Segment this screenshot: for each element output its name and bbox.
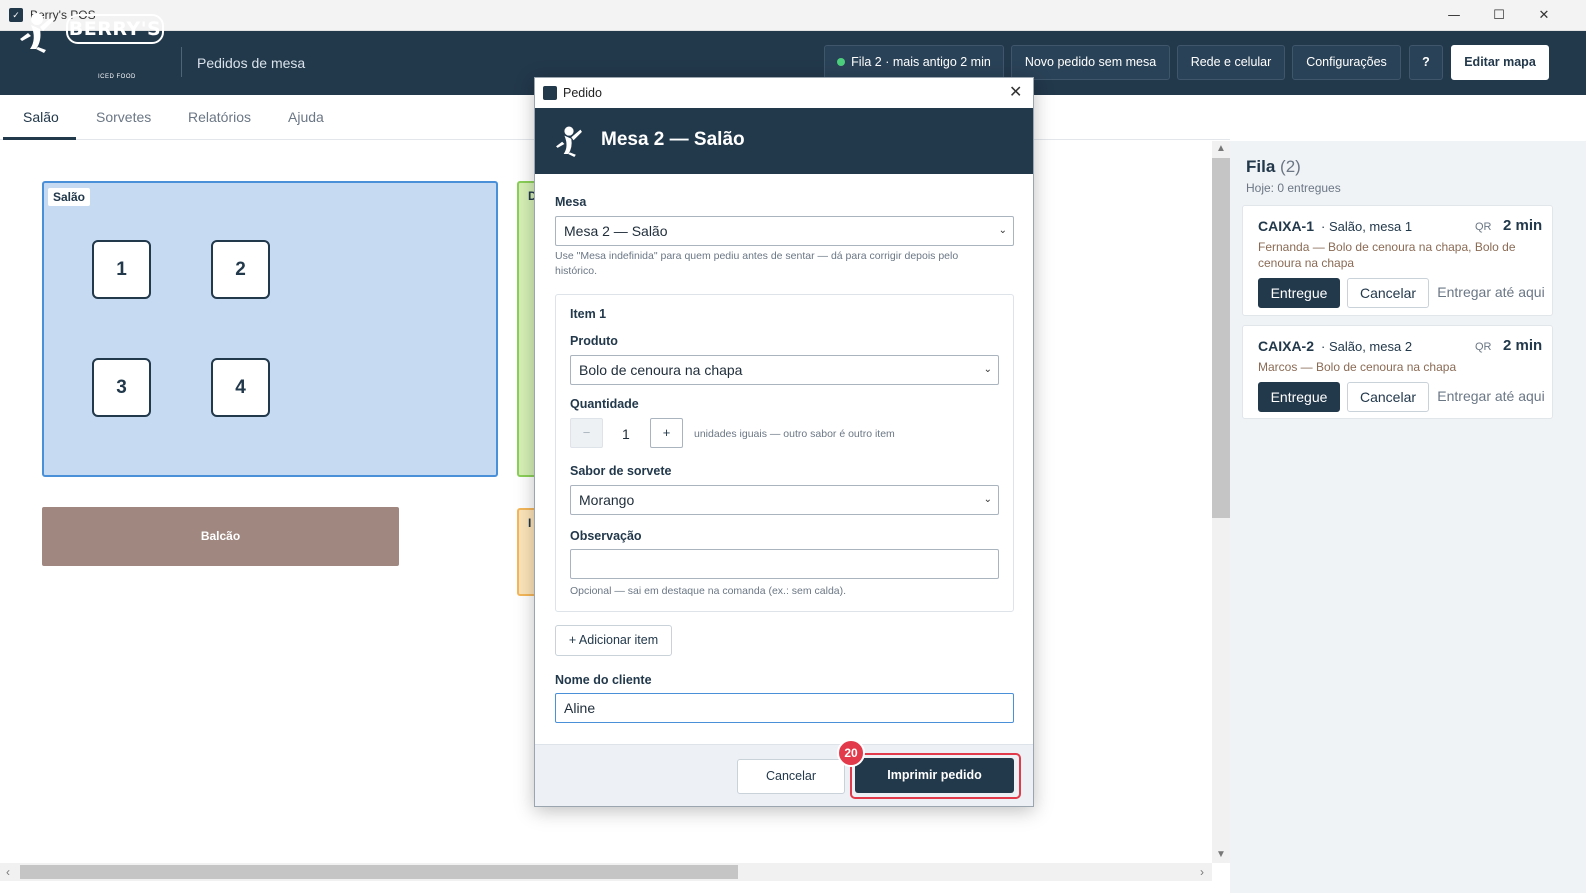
quantity-value: 1	[622, 426, 630, 442]
order-age: 2 min	[1503, 337, 1543, 354]
settings-button[interactable]: Configurações	[1292, 45, 1401, 80]
tab-relatorios[interactable]: Relatórios	[188, 109, 251, 125]
table-3[interactable]: 3	[92, 358, 151, 417]
vertical-scroll-thumb[interactable]	[1212, 158, 1230, 518]
queue-count: (2)	[1280, 157, 1301, 176]
queue-status-button[interactable]: Fila 2 · mais antigo 2 min	[824, 45, 1004, 80]
order-items: Marcos — Bolo de cenoura na chapa	[1258, 360, 1457, 374]
order-items: Fernanda — Bolo de cenoura na chapa, Bol…	[1258, 240, 1516, 270]
app-icon	[543, 86, 557, 100]
mesa-label: Mesa	[555, 195, 587, 209]
cliente-label: Nome do cliente	[555, 673, 652, 687]
sabor-label: Sabor de sorvete	[570, 464, 672, 478]
chevron-down-icon: ⌄	[983, 364, 992, 375]
maximize-button[interactable]: ☐	[1481, 5, 1517, 27]
order-location: · Salão, mesa 1	[1321, 219, 1413, 234]
berrys-mascot-icon	[20, 13, 54, 53]
network-button[interactable]: Rede e celular	[1177, 45, 1285, 80]
active-tab-indicator	[3, 137, 76, 140]
new-order-button[interactable]: Novo pedido sem mesa	[1011, 45, 1170, 80]
table-2[interactable]: 2	[211, 240, 270, 299]
cancel-button[interactable]: Cancelar	[737, 759, 845, 794]
chevron-down-icon: ⌄	[983, 494, 992, 505]
quantity-increment-button[interactable]: +	[650, 418, 683, 448]
step-badge: 20	[837, 739, 865, 767]
scroll-left-icon[interactable]: ‹	[6, 865, 10, 879]
zone-salao[interactable]: Salão	[42, 181, 498, 477]
scroll-right-icon[interactable]: ›	[1200, 865, 1204, 879]
logo-subtitle: ICED FOOD	[98, 74, 136, 80]
queue-subtitle: Hoje: 0 entregues	[1246, 181, 1341, 195]
counter-zone[interactable]: Balcão	[42, 507, 399, 566]
produto-label: Produto	[570, 334, 618, 348]
dialog-titlebar: Pedido ✕	[535, 78, 1033, 108]
observacao-label: Observação	[570, 529, 642, 543]
table-4[interactable]: 4	[211, 358, 270, 417]
quantity-hint: unidades iguais — outro sabor é outro it…	[694, 428, 895, 440]
queue-card: CAIXA-2 · Salão, mesa 2 QR 2 min Marcos …	[1242, 325, 1553, 419]
tab-sorvetes[interactable]: Sorvetes	[96, 109, 151, 125]
quantity-decrement-button[interactable]: −	[570, 418, 603, 448]
order-age: 2 min	[1503, 217, 1543, 234]
queue-title-label: Fila	[1246, 157, 1276, 176]
tab-ajuda[interactable]: Ajuda	[288, 109, 324, 125]
zone-label: Salão	[48, 188, 91, 206]
zone-label: I	[528, 516, 532, 530]
cancel-order-button[interactable]: Cancelar	[1347, 382, 1429, 412]
minimize-button[interactable]: —	[1436, 5, 1472, 27]
scroll-down-icon[interactable]: ▼	[1212, 849, 1230, 860]
order-source: QR	[1475, 341, 1492, 353]
dialog-header: Mesa 2 — Salão	[535, 108, 1033, 174]
dialog-heading: Mesa 2 — Salão	[601, 129, 745, 150]
mesa-select-value: Mesa 2 — Salão	[564, 223, 668, 239]
chevron-down-icon: ⌄	[998, 225, 1007, 236]
deliver-up-to-here-button[interactable]: Entregar até aqui	[1431, 278, 1551, 308]
add-item-button[interactable]: + Adicionar item	[555, 625, 672, 656]
edit-map-button[interactable]: Editar mapa	[1451, 45, 1549, 80]
order-location: · Salão, mesa 2	[1321, 339, 1413, 354]
tab-salao[interactable]: Salão	[23, 109, 59, 125]
order-code: CAIXA-2	[1258, 338, 1315, 354]
status-dot-icon	[837, 58, 846, 66]
produto-select[interactable]: Bolo de cenoura na chapa ⌄	[570, 355, 999, 385]
queue-status-label: Fila 2 · mais antigo 2 min	[851, 55, 991, 69]
deliver-up-to-here-button[interactable]: Entregar até aqui	[1431, 382, 1551, 412]
produto-select-value: Bolo de cenoura na chapa	[579, 362, 743, 378]
horizontal-scroll-thumb[interactable]	[20, 865, 738, 879]
close-window-button[interactable]: ✕	[1526, 5, 1562, 27]
observacao-hint: Opcional — sai em destaque na comanda (e…	[570, 585, 847, 597]
sabor-select-value: Morango	[579, 492, 635, 508]
order-dialog: Pedido ✕ Mesa 2 — Salão Mesa Mesa 2 — Sa…	[534, 77, 1034, 807]
dialog-window-title: Pedido	[563, 86, 602, 100]
queue-title: Fila (2)	[1246, 157, 1301, 177]
os-titlebar: ✓ Berry's POS — ☐ ✕	[0, 0, 1586, 31]
deliver-button[interactable]: Entregue	[1258, 382, 1340, 412]
close-icon[interactable]: ✕	[1009, 82, 1022, 101]
page-title: Pedidos de mesa	[197, 55, 306, 71]
table-1[interactable]: 1	[92, 240, 151, 299]
mesa-select[interactable]: Mesa 2 — Salão ⌄	[555, 216, 1014, 246]
header-divider	[181, 47, 182, 77]
scroll-up-icon[interactable]: ▲	[1212, 143, 1230, 154]
queue-card: CAIXA-1 · Salão, mesa 1 QR 2 min Fernand…	[1242, 205, 1553, 316]
berrys-mascot-icon	[556, 126, 582, 157]
cliente-name-input[interactable]: Aline	[555, 693, 1014, 723]
berrys-logo: BERRY'S	[66, 14, 164, 44]
sabor-select[interactable]: Morango ⌄	[570, 485, 999, 515]
item-title: Item 1	[570, 307, 607, 321]
cancel-order-button[interactable]: Cancelar	[1347, 278, 1429, 308]
print-order-button[interactable]: Imprimir pedido	[855, 758, 1014, 793]
quantidade-label: Quantidade	[570, 397, 639, 411]
order-source: QR	[1475, 221, 1492, 233]
observacao-input[interactable]	[570, 549, 999, 579]
help-button[interactable]: ?	[1409, 45, 1443, 80]
order-code: CAIXA-1	[1258, 218, 1315, 234]
mesa-hint: Use "Mesa indefinida" para quem pediu an…	[555, 250, 959, 277]
deliver-button[interactable]: Entregue	[1258, 278, 1340, 308]
